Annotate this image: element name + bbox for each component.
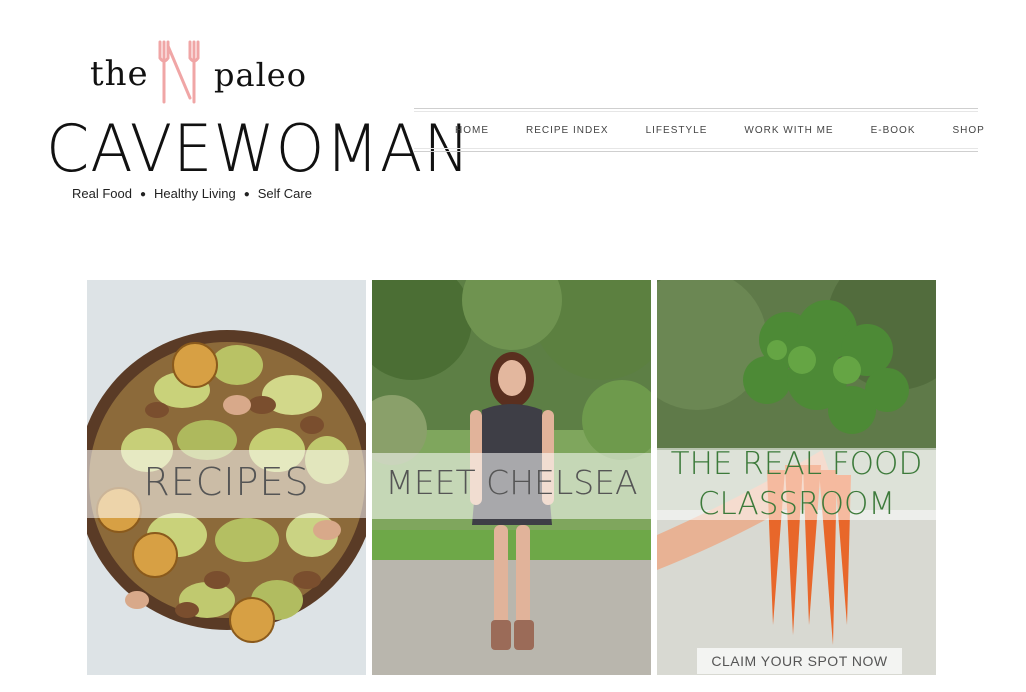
bullet-icon: ● xyxy=(139,189,147,200)
claim-your-spot-button[interactable]: CLAIM YOUR SPOT NOW xyxy=(697,648,902,674)
fork-icon xyxy=(158,40,200,104)
site-logo[interactable]: the paleo CAVEWOMAN Real Food ● Healthy Li… xyxy=(44,36,470,208)
meet-chelsea-label: MEET CHELSEA xyxy=(385,463,638,502)
logo-word-the: the xyxy=(90,54,149,94)
tagline-item: Real Food xyxy=(72,186,132,201)
nav-item-recipe-index[interactable]: RECIPE INDEX xyxy=(526,125,609,136)
nav-item-work-with-me[interactable]: WORK WITH ME xyxy=(744,125,833,136)
recipes-label: RECIPES xyxy=(143,460,310,504)
logo-tagline: Real Food ● Healthy Living ● Self Care xyxy=(72,186,312,201)
logo-word-cavewoman: CAVEWOMAN xyxy=(46,110,471,187)
real-food-classroom-tile[interactable]: THE REAL FOOD CLASSROOM CLAIM YOUR SPOT … xyxy=(657,280,936,675)
tagline-item: Healthy Living xyxy=(154,186,236,201)
logo-word-paleo: paleo xyxy=(214,56,307,94)
nav-item-lifestyle[interactable]: LIFESTYLE xyxy=(646,125,708,136)
main-nav: HOME RECIPE INDEX LIFESTYLE WORK WITH ME… xyxy=(414,108,984,152)
recipes-tile[interactable]: RECIPES xyxy=(87,280,366,675)
tagline-item: Self Care xyxy=(257,186,312,201)
nav-item-home[interactable]: HOME xyxy=(455,125,489,136)
bullet-icon: ● xyxy=(243,189,250,200)
nav-item-shop[interactable]: SHOP xyxy=(953,125,985,136)
meet-chelsea-tile[interactable]: MEET CHELSEA xyxy=(372,280,651,675)
nav-item-ebook[interactable]: E-BOOK xyxy=(871,125,916,136)
classroom-label-line2: CLASSROOM xyxy=(697,486,896,522)
classroom-label-line1: THE REAL FOOD xyxy=(670,446,923,482)
